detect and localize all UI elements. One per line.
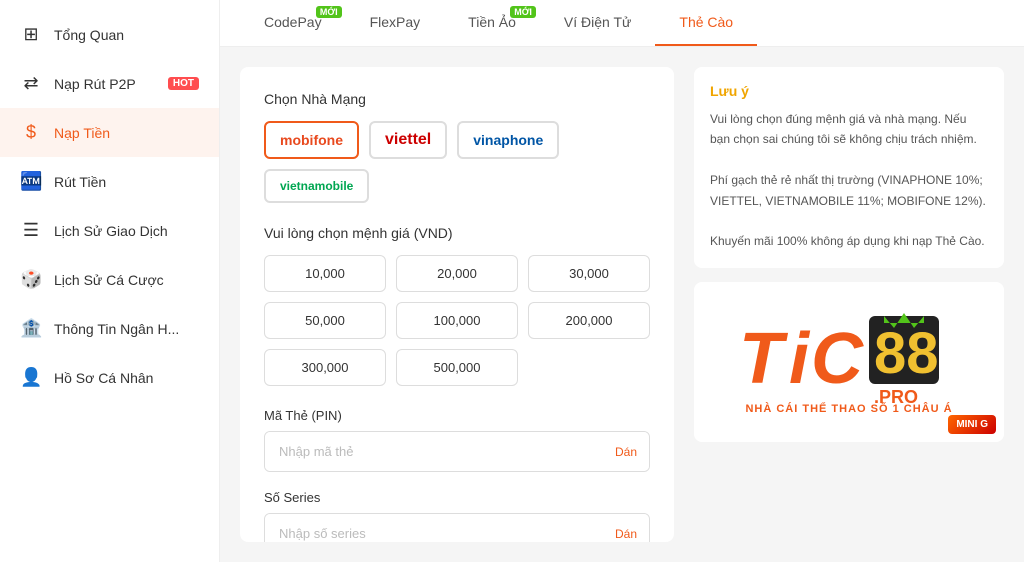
right-panel: Lưu ý Vui lòng chọn đúng mệnh giá và nhà… [694, 67, 1004, 542]
amount-grid: 10,000 20,000 30,000 50,000 100,000 200,… [264, 255, 650, 386]
pin-input-wrapper: Dán [264, 431, 650, 472]
main-content: CodePay MỚI FlexPay Tiền Ảo MỚI Ví Điện … [220, 0, 1024, 562]
mini-game-badge[interactable]: MINI G [948, 415, 996, 434]
series-paste-btn[interactable]: Dán [615, 527, 637, 541]
network-section-title: Chọn Nhà Mạng [264, 91, 650, 107]
grid-icon: ⊞ [20, 24, 42, 45]
sidebar-label: Tổng Quan [54, 27, 199, 43]
new-badge-tien-ao: MỚI [510, 6, 536, 18]
bet-history-icon: 🎲 [20, 269, 42, 290]
notice-box: Lưu ý Vui lòng chọn đúng mệnh giá và nhà… [694, 67, 1004, 268]
hot-badge: HOT [168, 77, 199, 90]
logo-svg: T i C 88 .PRO [729, 308, 969, 408]
tab-the-cao[interactable]: Thẻ Cào [655, 0, 757, 46]
amount-btn-100000[interactable]: 100,000 [396, 302, 518, 339]
amount-btn-30000[interactable]: 30,000 [528, 255, 650, 292]
sidebar-label: Thông Tin Ngân H... [54, 321, 199, 337]
sidebar-item-tong-quan[interactable]: ⊞ Tổng Quan [0, 10, 219, 59]
network-vinaphone-btn[interactable]: vinaphone [457, 121, 559, 159]
network-mobifone-btn[interactable]: mobifone [264, 121, 359, 159]
notice-text: Vui lòng chọn đúng mệnh giá và nhà mạng.… [710, 109, 988, 252]
sidebar-label: Nạp Rút P2P [54, 76, 156, 92]
sidebar-label: Lịch Sử Cá Cược [54, 272, 199, 288]
svg-text:i: i [789, 319, 811, 399]
logo-box: T i C 88 .PRO NHÀ CÁI THỂ THAO SỐ 1 CHÂU [694, 282, 1004, 442]
amount-btn-500000[interactable]: 500,000 [396, 349, 518, 386]
amount-btn-10000[interactable]: 10,000 [264, 255, 386, 292]
notice-title: Lưu ý [710, 83, 988, 99]
amount-section-title: Vui lòng chọn mệnh giá (VND) [264, 225, 650, 241]
pin-section: Mã Thẻ (PIN) Dán [264, 408, 650, 472]
network-viettel-btn[interactable]: viettel [369, 121, 447, 159]
pin-input[interactable] [265, 432, 649, 471]
series-input[interactable] [265, 514, 649, 542]
sidebar-label: Rút Tiền [54, 174, 199, 190]
tab-codepay[interactable]: CodePay MỚI [240, 0, 346, 46]
sidebar-label: Hồ Sơ Cá Nhân [54, 370, 199, 386]
series-input-wrapper: Dán [264, 513, 650, 542]
user-icon: 👤 [20, 367, 42, 388]
sidebar: ⊞ Tổng Quan ⇄ Nạp Rút P2P HOT $ Nạp Tiền… [0, 0, 220, 562]
withdraw-icon: 🏧 [20, 171, 42, 192]
pin-paste-btn[interactable]: Dán [615, 445, 637, 459]
amount-btn-300000[interactable]: 300,000 [264, 349, 386, 386]
svg-text:C: C [811, 319, 864, 399]
amount-btn-200000[interactable]: 200,000 [528, 302, 650, 339]
network-vietnamobile-btn[interactable]: vietnamobile [264, 169, 369, 203]
history-icon: ☰ [20, 220, 42, 241]
new-badge: MỚI [316, 6, 342, 18]
tab-vi-dien-tu[interactable]: Ví Điện Tử [540, 0, 655, 46]
deposit-form-panel: Chọn Nhà Mạng mobifone viettel vinaphone… [240, 67, 674, 542]
sidebar-item-ho-so-ca-nhan[interactable]: 👤 Hồ Sơ Cá Nhân [0, 353, 219, 402]
content-area: Chọn Nhà Mạng mobifone viettel vinaphone… [220, 47, 1024, 562]
sidebar-item-lich-su-ca-cuoc[interactable]: 🎲 Lịch Sử Cá Cược [0, 255, 219, 304]
network-grid: mobifone viettel vinaphone vietnamobile [264, 121, 650, 203]
sidebar-label: Lịch Sử Giao Dịch [54, 223, 199, 239]
sidebar-item-thong-tin-ngan-hang[interactable]: 🏦 Thông Tin Ngân H... [0, 304, 219, 353]
brand-logo: T i C 88 .PRO NHÀ CÁI THỂ THAO SỐ 1 CHÂU [729, 308, 969, 415]
sidebar-item-rut-tien[interactable]: 🏧 Rút Tiền [0, 157, 219, 206]
sidebar-item-nap-rut-p2p[interactable]: ⇄ Nạp Rút P2P HOT [0, 59, 219, 108]
tab-flexpay[interactable]: FlexPay [346, 0, 445, 46]
svg-text:88: 88 [874, 321, 939, 386]
series-label: Số Series [264, 490, 650, 505]
tagline: NHÀ CÁI THỂ THAO SỐ 1 CHÂU Á [729, 403, 969, 415]
p2p-icon: ⇄ [20, 73, 42, 94]
series-section: Số Series Dán [264, 490, 650, 542]
amount-btn-50000[interactable]: 50,000 [264, 302, 386, 339]
sidebar-item-lich-su-giao-dich[interactable]: ☰ Lịch Sử Giao Dịch [0, 206, 219, 255]
svg-text:T: T [739, 319, 789, 399]
sidebar-label: Nạp Tiền [54, 125, 199, 141]
tab-tien-ao[interactable]: Tiền Ảo MỚI [444, 0, 540, 46]
amount-btn-20000[interactable]: 20,000 [396, 255, 518, 292]
sidebar-item-nap-tien[interactable]: $ Nạp Tiền [0, 108, 219, 157]
deposit-icon: $ [20, 122, 42, 143]
tab-bar: CodePay MỚI FlexPay Tiền Ảo MỚI Ví Điện … [220, 0, 1024, 47]
bank-icon: 🏦 [20, 318, 42, 339]
pin-label: Mã Thẻ (PIN) [264, 408, 650, 423]
